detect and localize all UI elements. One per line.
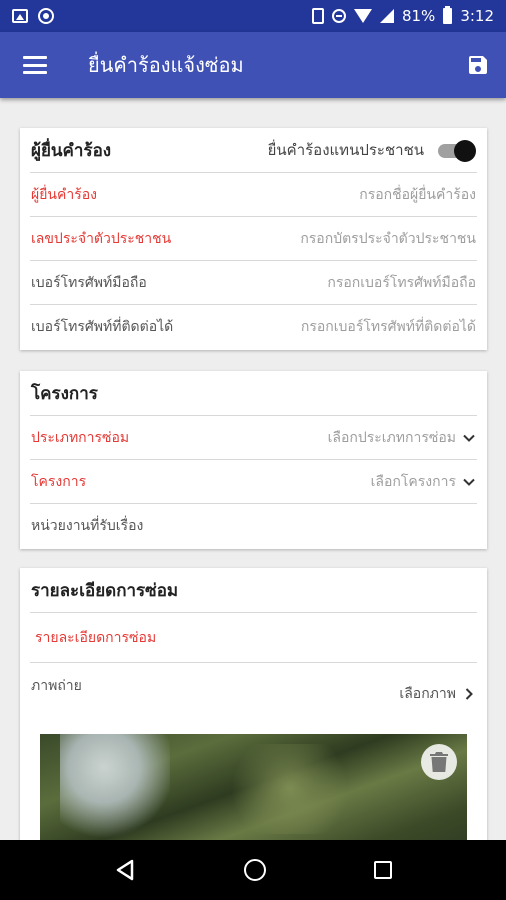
recents-nav-button[interactable] [374,861,392,879]
delete-photo-button[interactable] [421,744,457,780]
receiving-agency-field: หน่วยงานที่รับเรื่อง [30,503,477,547]
repair-photo[interactable] [40,734,467,840]
field-label: รายละเอียดการซ่อม [35,629,157,646]
select-value: เลือกประเภทการซ่อม [328,427,476,449]
requester-card: ผู้ยื่นคำร้อง ยื่นคำร้องแทนประชาชน ผู้ยื… [20,128,487,350]
repair-header: รายละเอียดการซ่อม [20,568,487,612]
field-label: หน่วยงานที่รับเรื่อง [31,517,144,534]
field-label: เบอร์โทรศัพท์ที่ติดต่อได้ [31,318,174,335]
field-label: เบอร์โทรศัพท์มือถือ [31,274,147,291]
photo-select-row[interactable]: ภาพถ่าย เลือกภาพ [30,662,477,714]
system-nav-bar [0,840,506,900]
repair-title: รายละเอียดการซ่อม [31,580,179,601]
field-placeholder: กรอกบัตรประจำตัวประชาชน [300,230,476,247]
repair-detail-input[interactable]: รายละเอียดการซ่อม [30,612,477,662]
save-floppy-icon [469,56,487,74]
requester-name-field[interactable]: ผู้ยื่นคำร้อง กรอกชื่อผู้ยื่นคำร้อง [30,172,477,216]
field-placeholder: กรอกชื่อผู้ยื่นคำร้อง [359,186,476,203]
field-label: ประเภทการซ่อม [31,429,130,446]
menu-button[interactable] [0,32,70,98]
wifi-icon [353,9,372,23]
project-title: โครงการ [31,383,98,404]
dnd-icon [331,9,346,23]
form-content[interactable]: ผู้ยื่นคำร้อง ยื่นคำร้องแทนประชาชน ผู้ยื… [0,98,506,840]
home-nav-button[interactable] [244,859,266,881]
project-select[interactable]: โครงการ เลือกโครงการ [30,459,477,503]
vibrate-icon [311,8,324,24]
page-title: ยื่นคำร้องแจ้งซ่อม [88,53,244,77]
requester-header: ผู้ยื่นคำร้อง ยื่นคำร้องแทนประชาชน [20,128,487,172]
field-label: โครงการ [31,473,87,490]
status-bar: 81% 3:12 [0,0,506,32]
field-placeholder: กรอกเบอร์โทรศัพท์มือถือ [327,274,476,291]
citizen-id-field[interactable]: เลขประจำตัวประชาชน กรอกบัตรประจำตัวประชา… [30,216,477,260]
trash-icon [430,752,448,772]
hamburger-menu-icon [23,56,47,74]
save-button[interactable] [466,53,490,77]
app-bar: ยื่นคำร้องแจ้งซ่อม [0,32,506,98]
chevron-down-icon [463,478,475,486]
mobile-phone-field[interactable]: เบอร์โทรศัพท์มือถือ กรอกเบอร์โทรศัพท์มือ… [30,260,477,304]
project-card: โครงการ ประเภทการซ่อม เลือกประเภทการซ่อม… [20,371,487,549]
battery-percent: 81% [401,7,436,25]
on-behalf-label: ยื่นคำร้องแทนประชาชน [267,141,424,159]
signal-icon [379,9,394,23]
project-header: โครงการ [20,371,487,415]
image-icon [12,9,28,23]
on-behalf-toggle[interactable] [438,140,476,162]
chevron-down-icon [463,434,475,442]
contact-phone-field[interactable]: เบอร์โทรศัพท์ที่ติดต่อได้ กรอกเบอร์โทรศั… [30,304,477,348]
record-icon [38,8,54,24]
select-value: เลือกภาพ [399,683,476,705]
select-value: เลือกโครงการ [371,471,476,493]
field-placeholder: กรอกเบอร์โทรศัพท์ที่ติดต่อได้ [300,318,476,335]
battery-icon [443,6,453,24]
field-label: ผู้ยื่นคำร้อง [31,186,97,203]
back-nav-button[interactable] [114,859,136,881]
field-label: ภาพถ่าย [31,678,82,694]
clock: 3:12 [460,7,494,25]
field-label: เลขประจำตัวประชาชน [31,230,172,247]
repair-type-select[interactable]: ประเภทการซ่อม เลือกประเภทการซ่อม [30,415,477,459]
requester-title: ผู้ยื่นคำร้อง [31,140,112,161]
chevron-right-icon [465,688,473,700]
repair-detail-card: รายละเอียดการซ่อม รายละเอียดการซ่อม ภาพถ… [20,568,487,840]
